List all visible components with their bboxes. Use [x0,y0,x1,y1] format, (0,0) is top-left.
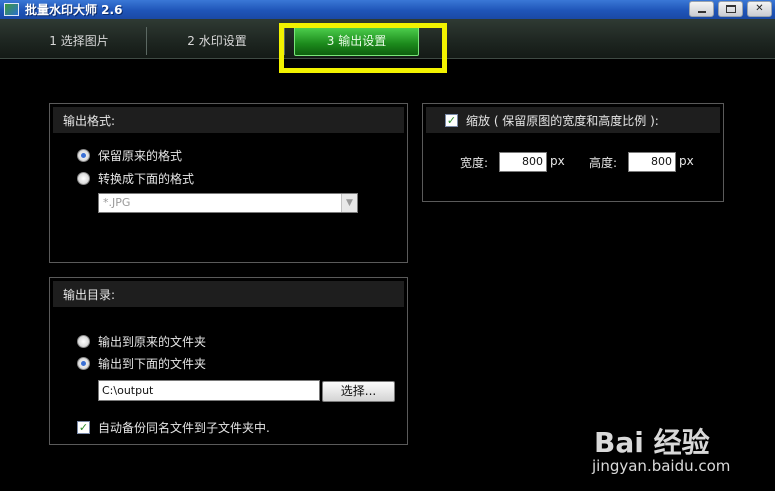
watermark-logo: Bai 经验 [594,426,710,459]
browse-button[interactable]: 选择... [322,381,395,402]
keep-format-label: 保留原来的格式 [98,149,183,163]
original-folder-radio[interactable] [77,335,90,348]
convert-format-label: 转换成下面的格式 [98,172,195,186]
below-folder-label: 输出到下面的文件夹 [98,357,207,371]
close-icon: ✕ [755,3,764,14]
below-folder-radio[interactable] [77,357,90,370]
format-select-value: *.JPG [103,196,131,209]
scale-checkbox[interactable]: ✓ [445,113,458,127]
height-label: 高度: [589,156,618,170]
highlight-frame [279,23,447,73]
tab-watermark-settings[interactable]: 2 水印设置 [150,27,285,55]
scale-header: ✓ 缩放 ( 保留原图的宽度和高度比例 ): [426,107,720,133]
below-folder-option[interactable]: 输出到下面的文件夹 [77,355,206,372]
width-input[interactable]: 800 [499,152,547,172]
app-icon [4,3,19,16]
keep-format-radio[interactable] [77,149,90,162]
minimize-icon [697,11,706,13]
output-format-panel: 输出格式: 保留原来的格式 转换成下面的格式 *.JPG ▼ [49,103,408,263]
chevron-down-icon[interactable]: ▼ [341,194,357,212]
original-folder-label: 输出到原来的文件夹 [98,335,207,349]
height-input[interactable]: 800 [628,152,676,172]
output-format-header: 输出格式: [53,107,404,133]
height-unit: px [679,154,694,168]
maximize-button[interactable] [718,1,743,17]
output-directory-header: 输出目录: [53,281,404,307]
format-select[interactable]: *.JPG ▼ [98,193,358,213]
output-directory-panel: 输出目录: 输出到原来的文件夹 输出到下面的文件夹 C:\output 选择..… [49,277,408,445]
convert-format-radio[interactable] [77,172,90,185]
tab-select-images[interactable]: 1 选择图片 [12,27,147,55]
backup-label: 自动备份同名文件到子文件夹中. [98,421,270,435]
baidu-watermark: Bai 经验 jingyan.baidu.com [590,405,770,485]
window-controls: ✕ [689,1,772,17]
scale-label: 缩放 ( 保留原图的宽度和高度比例 ): [466,113,659,128]
convert-format-option[interactable]: 转换成下面的格式 [77,170,194,187]
width-label: 宽度: [460,156,489,170]
keep-format-option[interactable]: 保留原来的格式 [77,147,182,164]
maximize-icon [725,5,736,13]
minimize-button[interactable] [689,1,714,17]
output-path-input[interactable]: C:\output [98,380,320,401]
original-folder-option[interactable]: 输出到原来的文件夹 [77,333,206,350]
watermark-url: jingyan.baidu.com [592,457,731,475]
title-bar: 批量水印大师 2.6 ✕ [0,0,775,19]
scale-panel: ✓ 缩放 ( 保留原图的宽度和高度比例 ): 宽度: 800 px 高度: 80… [422,103,724,202]
close-button[interactable]: ✕ [747,1,772,17]
backup-option[interactable]: ✓ 自动备份同名文件到子文件夹中. [77,419,270,436]
backup-checkbox[interactable]: ✓ [77,421,90,434]
window-title: 批量水印大师 2.6 [25,3,123,17]
width-unit: px [550,154,565,168]
